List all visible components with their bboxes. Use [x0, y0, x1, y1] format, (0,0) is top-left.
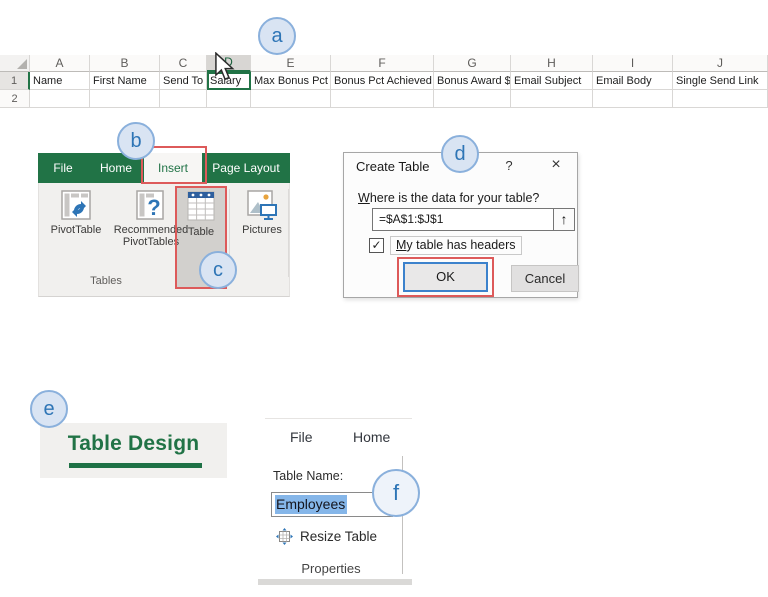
checkmark-icon: ✓	[371, 238, 382, 252]
cursor-icon	[215, 52, 235, 81]
table-design-tab[interactable]: Table Design	[40, 423, 227, 478]
annotation-box-ok	[397, 257, 494, 297]
callout-a: a	[258, 17, 296, 55]
pictures-icon	[247, 190, 277, 220]
help-icon[interactable]: ?	[500, 158, 518, 173]
cell-h2[interactable]	[511, 90, 593, 108]
resize-table-label: Resize Table	[300, 529, 378, 544]
headers-checkbox[interactable]: ✓	[369, 238, 384, 253]
column-header-c[interactable]: C	[160, 55, 207, 72]
column-header-g[interactable]: G	[434, 55, 511, 72]
panel-bottom-bar	[258, 579, 412, 585]
svg-text:?: ?	[147, 195, 160, 220]
callout-f: f	[372, 469, 420, 517]
row-number-2[interactable]: 2	[0, 90, 30, 108]
column-header-e[interactable]: E	[251, 55, 331, 72]
cell-f2[interactable]	[331, 90, 434, 108]
resize-table-icon	[276, 528, 293, 545]
resize-table-button[interactable]: Resize Table	[276, 528, 377, 545]
column-header-j[interactable]: J	[673, 55, 768, 72]
ribbon-snippet: File Home Insert Page Layout PivotTable …	[38, 146, 290, 297]
dialog-title: Create Table	[356, 159, 430, 174]
column-header-i[interactable]: I	[593, 55, 673, 72]
ribbon-body: PivotTable ? Recommended PivotTables Tab…	[38, 183, 290, 297]
callout-c: c	[199, 251, 237, 289]
cell-h1[interactable]: Email Subject	[511, 72, 593, 90]
headers-checkbox-label[interactable]: My table has headers	[390, 236, 522, 255]
cell-a1[interactable]: Name	[30, 72, 90, 90]
cell-g1[interactable]: Bonus Award $	[434, 72, 511, 90]
cell-i2[interactable]	[593, 90, 673, 108]
column-header-b[interactable]: B	[90, 55, 160, 72]
table-design-label: Table Design	[67, 432, 200, 455]
close-icon[interactable]: ×	[546, 156, 566, 174]
cell-b1[interactable]: First Name	[90, 72, 160, 90]
cell-f1[interactable]: Bonus Pct Achieved	[331, 72, 434, 90]
cell-g2[interactable]	[434, 90, 511, 108]
callout-d: d	[441, 135, 479, 173]
callout-b: b	[117, 122, 155, 160]
column-header-row: A B C D E F G H I J	[0, 55, 768, 72]
sheet-row-2: 2	[0, 90, 768, 108]
cell-e2[interactable]	[251, 90, 331, 108]
tab-file[interactable]: File	[38, 153, 88, 183]
recommended-pivottables-icon: ?	[136, 190, 164, 220]
pivottable-button[interactable]: PivotTable	[39, 189, 113, 236]
properties-group-label: Properties	[301, 561, 361, 576]
pictures-label: Pictures	[242, 224, 282, 236]
cell-i1[interactable]: Email Body	[593, 72, 673, 90]
cell-c2[interactable]	[160, 90, 207, 108]
pictures-button[interactable]: Pictures	[235, 189, 289, 236]
callout-e: e	[30, 390, 68, 428]
cell-j2[interactable]	[673, 90, 768, 108]
table-range-input[interactable]: =$A$1:$J$1	[372, 208, 554, 231]
tutorial-canvas: A B C D E F G H I J 1 Name First Name Se…	[0, 0, 768, 597]
dialog-prompt: Where is the data for your table?	[358, 191, 540, 205]
cell-a2[interactable]	[30, 90, 90, 108]
collapse-up-icon: ↑	[560, 211, 568, 227]
spreadsheet: A B C D E F G H I J 1 Name First Name Se…	[0, 55, 768, 108]
cell-e1[interactable]: Max Bonus Pct	[251, 72, 331, 90]
select-all-corner[interactable]	[0, 55, 30, 72]
create-table-dialog: Create Table ? × Where is the data for y…	[343, 152, 579, 298]
column-header-h[interactable]: H	[511, 55, 593, 72]
tables-group-label: Tables	[90, 275, 122, 287]
pivottable-label: PivotTable	[50, 224, 102, 236]
cell-d2[interactable]	[207, 90, 251, 108]
cell-c1[interactable]: Send To	[160, 72, 207, 90]
range-picker-button[interactable]: ↑	[554, 208, 575, 231]
selected-text: Employees	[275, 495, 348, 514]
cell-j1[interactable]: Single Send Link	[673, 72, 768, 90]
panel-tab-home[interactable]: Home	[353, 429, 390, 445]
row-number-1[interactable]: 1	[0, 72, 30, 90]
column-header-a[interactable]: A	[30, 55, 90, 72]
pivottable-icon	[61, 190, 91, 220]
panel-tab-file[interactable]: File	[290, 429, 313, 445]
sheet-row-1: 1 Name First Name Send To Salary Max Bon…	[0, 72, 768, 90]
column-header-f[interactable]: F	[331, 55, 434, 72]
table-name-label: Table Name:	[273, 469, 344, 483]
cancel-button[interactable]: Cancel	[511, 265, 579, 292]
table-design-underline	[69, 463, 202, 468]
tab-page-layout[interactable]: Page Layout	[202, 153, 290, 183]
cell-b2[interactable]	[90, 90, 160, 108]
